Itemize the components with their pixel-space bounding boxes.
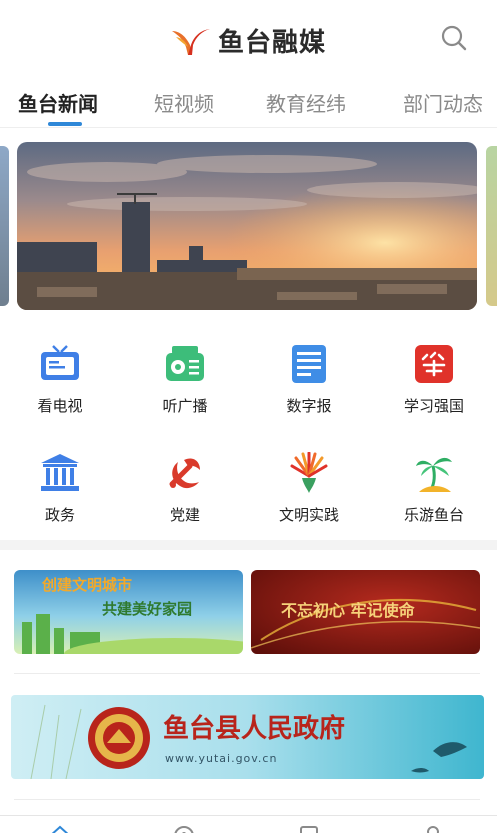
discover-icon[interactable] xyxy=(172,824,196,833)
service-government-affairs[interactable]: 政务 xyxy=(10,452,110,542)
service-label: 数字报 xyxy=(286,397,332,415)
service-label: 看电视 xyxy=(37,397,83,415)
promo-left-line2: 共建美好家园 xyxy=(102,600,192,618)
yutai-logo-icon xyxy=(172,28,210,55)
party-emblem-icon xyxy=(169,458,200,489)
government-banner-title: 鱼台县人民政府 xyxy=(163,713,345,744)
bottom-navigation xyxy=(0,815,497,833)
xuexi-qiangguo-icon xyxy=(415,345,453,383)
service-label: 文明实践 xyxy=(278,506,339,524)
section-separator xyxy=(0,540,497,550)
tab-yutai-news[interactable]: 鱼台新闻 xyxy=(18,88,98,117)
tv-icon xyxy=(41,345,79,380)
promo-divider xyxy=(14,673,480,674)
tab-education[interactable]: 教育经纬 xyxy=(266,88,346,117)
government-banner-image: 鱼台县人民政府 www.yutai.gov.cn xyxy=(11,695,484,779)
video-icon[interactable] xyxy=(297,824,321,833)
civilization-fan-icon xyxy=(290,452,328,493)
home-icon[interactable] xyxy=(48,824,72,833)
promo-right-text: 不忘初心 牢记使命 xyxy=(281,601,416,620)
service-digital-newspaper[interactable]: 数字报 xyxy=(259,343,359,433)
service-label: 乐游鱼台 xyxy=(403,506,464,524)
search-icon[interactable] xyxy=(440,24,468,52)
app-title: 鱼台融媒 xyxy=(218,28,327,58)
service-party-building[interactable]: 党建 xyxy=(135,452,235,542)
original-aspiration-banner-image: 不忘初心 牢记使命 xyxy=(251,570,480,654)
category-tabs: 鱼台新闻 短视频 教育经纬 部门动态 xyxy=(0,78,497,128)
service-civilization-practice[interactable]: 文明实践 xyxy=(259,452,359,542)
civilized-city-banner-image: 创建文明城市 共建美好家园 xyxy=(14,570,243,654)
app-logo: 鱼台融媒 xyxy=(170,22,326,59)
service-leyou-yutai[interactable]: 乐游鱼台 xyxy=(384,452,484,542)
tab-department-news[interactable]: 部门动态 xyxy=(403,88,483,117)
tab-short-video[interactable]: 短视频 xyxy=(154,88,214,117)
active-tab-indicator xyxy=(48,122,82,126)
service-label: 党建 xyxy=(169,506,200,524)
promo-civilized-city-banner[interactable]: 创建文明城市 共建美好家园 xyxy=(14,570,243,654)
yutai-government-banner[interactable]: 鱼台县人民政府 www.yutai.gov.cn xyxy=(11,695,484,779)
newspaper-icon xyxy=(292,345,326,383)
tab-divider xyxy=(0,127,497,128)
service-listen-radio[interactable]: 听广播 xyxy=(135,343,235,433)
radio-icon xyxy=(166,346,204,381)
service-watch-tv[interactable]: 看电视 xyxy=(10,343,110,433)
service-label: 学习强国 xyxy=(403,397,464,415)
profile-icon[interactable] xyxy=(421,824,445,833)
sunset-city-skyline-image xyxy=(17,142,477,310)
app-header: 鱼台融媒 xyxy=(0,0,497,72)
banner-divider xyxy=(14,799,480,800)
carousel-banner[interactable] xyxy=(17,142,477,310)
government-banner-url: www.yutai.gov.cn xyxy=(165,752,277,765)
service-xuexi-qiangguo[interactable]: 学习强国 xyxy=(384,343,484,433)
carousel-next-slide[interactable] xyxy=(486,146,497,306)
government-building-icon xyxy=(41,454,79,491)
service-label: 政务 xyxy=(44,506,75,524)
promo-original-aspiration-banner[interactable]: 不忘初心 牢记使命 xyxy=(251,570,480,654)
service-label: 听广播 xyxy=(162,397,208,415)
carousel-prev-slide[interactable] xyxy=(0,146,9,306)
promo-left-line1: 创建文明城市 xyxy=(41,576,132,594)
palm-tree-icon xyxy=(416,457,452,492)
